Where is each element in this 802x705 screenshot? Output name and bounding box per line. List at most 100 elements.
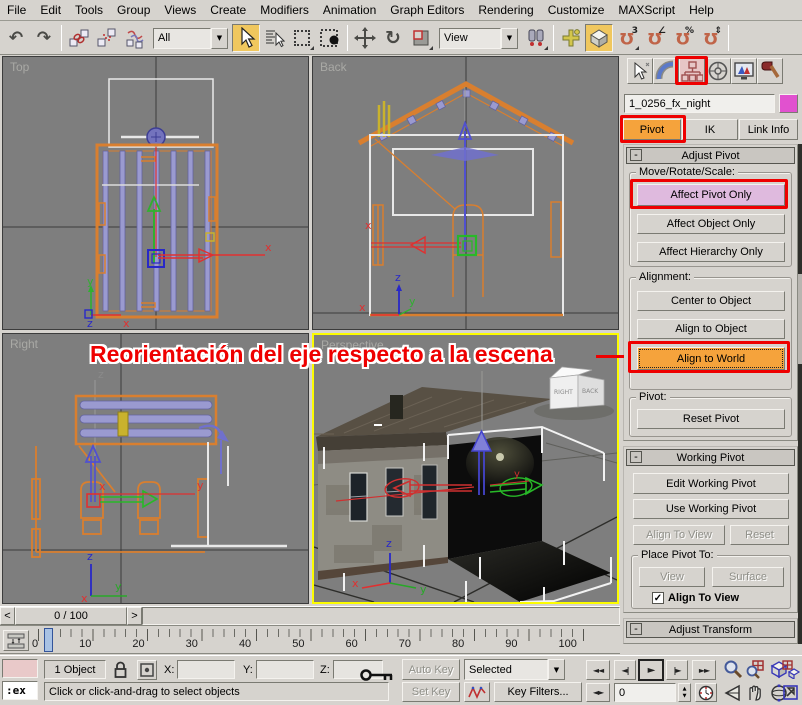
menu-item[interactable]: Group	[110, 1, 157, 19]
select-object-button[interactable]	[232, 24, 260, 52]
time-slider-next-button[interactable]: >	[127, 607, 142, 625]
spinner-up-icon[interactable]: ▲	[683, 686, 687, 693]
menu-item[interactable]: Modifiers	[253, 1, 316, 19]
tab-hierarchy[interactable]	[679, 58, 705, 84]
use-working-pivot-button[interactable]: Use Working Pivot	[633, 499, 789, 519]
select-and-rotate-button[interactable]: ↻	[379, 24, 407, 52]
bind-to-space-warp-button[interactable]	[121, 24, 149, 52]
reset-pivot-button[interactable]: Reset Pivot	[637, 409, 785, 429]
panel-scrollbar[interactable]	[798, 144, 802, 644]
tab-modify[interactable]	[653, 58, 679, 84]
mini-listener-box[interactable]: :ex	[2, 681, 38, 700]
pivot-tab[interactable]: Pivot	[623, 119, 681, 140]
go-to-start-button[interactable]: ◄◄	[586, 660, 610, 680]
place-pivot-surface-button[interactable]: Surface	[712, 567, 784, 587]
menu-item[interactable]: Views	[157, 1, 203, 19]
play-button[interactable]: ►	[638, 659, 664, 681]
menu-item[interactable]: Animation	[316, 1, 383, 19]
zoom-all-button[interactable]	[744, 658, 766, 679]
viewport-back[interactable]: Back	[312, 56, 619, 330]
x-coordinate-field[interactable]	[177, 660, 235, 679]
affect-pivot-only-button[interactable]: Affect Pivot Only	[637, 184, 785, 206]
adjust-pivot-rollout-header[interactable]: - Adjust Pivot	[626, 147, 795, 164]
menu-item[interactable]: Create	[203, 1, 253, 19]
spinner-down-icon[interactable]: ▼	[683, 693, 687, 700]
next-frame-button[interactable]: |►	[666, 660, 688, 680]
selection-lock-toggle[interactable]	[113, 661, 128, 678]
dropdown-arrow-icon[interactable]: ▼	[548, 659, 565, 680]
menu-item[interactable]: Rendering	[471, 1, 540, 19]
viewport-right[interactable]: Right z	[2, 333, 309, 604]
selection-filter-dropdown[interactable]: All ▼	[153, 28, 228, 49]
align-to-view-button[interactable]: Align To View	[633, 525, 725, 545]
viewport-top[interactable]: Top	[2, 56, 309, 330]
select-by-name-button[interactable]	[260, 24, 288, 52]
current-frame-field[interactable]: 0	[614, 683, 676, 702]
default-in-out-tangents-button[interactable]	[464, 682, 490, 702]
time-slider-prev-button[interactable]: <	[0, 607, 15, 625]
zoom-button[interactable]	[722, 658, 744, 679]
window-crossing-toggle-button[interactable]	[316, 24, 344, 52]
select-and-scale-button[interactable]	[407, 24, 435, 52]
tab-utilities[interactable]	[757, 58, 783, 84]
time-slider-track[interactable]	[142, 607, 620, 625]
viewport-top-label[interactable]: Top	[10, 60, 29, 74]
undo-button[interactable]: ↶	[2, 24, 30, 52]
link-info-tab[interactable]: Link Info	[739, 119, 798, 140]
zoom-extents-all-button[interactable]	[780, 658, 802, 679]
pan-view-button[interactable]	[744, 682, 766, 703]
collapse-icon[interactable]: -	[630, 451, 642, 463]
align-to-view-checkbox[interactable]: ✓	[652, 592, 664, 604]
time-slider-thumb[interactable]: 0 / 100	[15, 607, 127, 625]
y-coordinate-field[interactable]	[256, 660, 314, 679]
reference-coordinate-dropdown[interactable]: View ▼	[439, 28, 518, 49]
object-color-swatch[interactable]	[779, 94, 798, 113]
affect-object-only-button[interactable]: Affect Object Only	[637, 214, 785, 234]
menu-item[interactable]: MAXScript	[611, 1, 682, 19]
key-filters-button[interactable]: Key Filters...	[494, 682, 582, 702]
panel-scrollbar-thumb[interactable]	[798, 274, 802, 364]
macro-recorder-box[interactable]	[2, 659, 38, 678]
select-and-move-button[interactable]	[351, 24, 379, 52]
viewport-back-label[interactable]: Back	[320, 60, 347, 74]
adjust-transform-rollout-header[interactable]: - Adjust Transform	[626, 621, 795, 638]
frame-spinner[interactable]: ▲ ▼	[678, 683, 691, 702]
percent-snap-toggle-button[interactable]: Ω %	[669, 24, 697, 52]
tab-display[interactable]	[731, 58, 757, 84]
object-name-field[interactable]: 1_0256_fx_night	[624, 94, 775, 113]
redo-button[interactable]: ↷	[30, 24, 58, 52]
working-pivot-rollout-header[interactable]: - Working Pivot	[626, 449, 795, 466]
key-mode-toggle-button[interactable]: ◄►	[586, 683, 610, 702]
align-to-world-button[interactable]: Align to World	[637, 347, 785, 370]
set-key-button[interactable]: Set Key	[402, 682, 460, 702]
go-to-end-button[interactable]: ►►	[692, 660, 716, 680]
unlink-selection-button[interactable]	[93, 24, 121, 52]
time-configuration-button[interactable]	[695, 683, 717, 702]
menu-item[interactable]: Edit	[33, 1, 68, 19]
tab-motion[interactable]	[705, 58, 731, 84]
viewport-right-label[interactable]: Right	[10, 337, 38, 351]
menu-item[interactable]: Graph Editors	[383, 1, 471, 19]
snap-toggle-3d-button[interactable]: Ω 3	[613, 24, 641, 52]
menu-item[interactable]: Help	[682, 1, 721, 19]
tab-create[interactable]	[627, 58, 653, 84]
affect-hierarchy-only-button[interactable]: Affect Hierarchy Only	[637, 242, 785, 262]
collapse-icon[interactable]: -	[630, 149, 642, 161]
previous-frame-button[interactable]: ◄|	[614, 660, 636, 680]
select-and-link-button[interactable]	[65, 24, 93, 52]
reset-working-pivot-button[interactable]: Reset	[730, 525, 789, 545]
rectangular-selection-region-button[interactable]	[288, 24, 316, 52]
center-to-object-button[interactable]: Center to Object	[637, 291, 785, 311]
edit-working-pivot-button[interactable]: Edit Working Pivot	[633, 473, 789, 494]
viewport-perspective[interactable]: Perspective	[312, 333, 619, 604]
menu-item[interactable]: Tools	[68, 1, 110, 19]
collapse-icon[interactable]: -	[630, 623, 642, 635]
auto-key-button[interactable]: Auto Key	[402, 659, 460, 680]
track-bar[interactable]: 0102030405060708090100	[0, 628, 620, 654]
field-of-view-button[interactable]	[722, 682, 744, 703]
use-pivot-point-center-button[interactable]	[522, 24, 550, 52]
menu-item[interactable]: Customize	[541, 1, 612, 19]
select-and-manipulate-button[interactable]	[557, 24, 585, 52]
place-pivot-view-button[interactable]: View	[639, 567, 705, 587]
angle-snap-toggle-button[interactable]: Ω ∠	[641, 24, 669, 52]
